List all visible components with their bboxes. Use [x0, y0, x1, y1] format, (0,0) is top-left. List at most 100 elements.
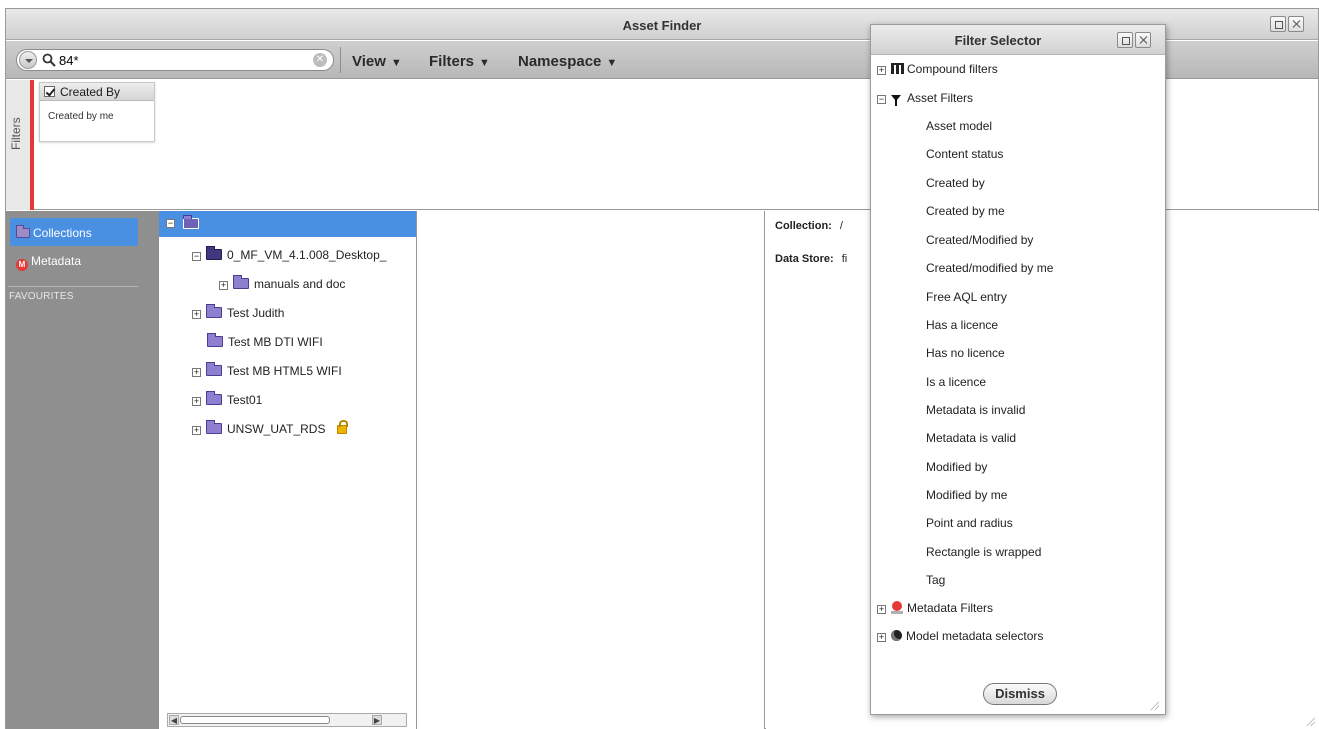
search-box: ✕ [16, 49, 334, 71]
expand-icon[interactable]: + [877, 633, 886, 642]
filters-menu[interactable]: Filters ▼ [429, 53, 490, 70]
sidebar-item-metadata[interactable]: M Metadata [10, 246, 138, 274]
expand-icon[interactable]: + [877, 66, 886, 75]
metadata-icon: M [16, 259, 28, 271]
tree-item[interactable]: + Test MB HTML5 WIFI [192, 362, 342, 382]
dialog-window-controls [1117, 32, 1151, 48]
folder-icon [206, 391, 222, 405]
expand-icon[interactable]: + [219, 281, 228, 290]
folder-icon [206, 246, 222, 260]
filter-option[interactable]: Metadata is invalid [926, 403, 1025, 417]
expand-icon[interactable]: + [192, 426, 201, 435]
folder-icon [233, 275, 249, 289]
group-label: Metadata Filters [907, 601, 994, 615]
filter-option[interactable]: Modified by [926, 460, 987, 474]
folder-icon [206, 420, 222, 434]
tree-item-label: Test MB DTI WIFI [228, 335, 323, 349]
restore-dialog-button[interactable] [1117, 32, 1133, 48]
group-compound-filters[interactable]: + Compound filters [877, 62, 998, 76]
filter-option[interactable]: Free AQL entry [926, 290, 1007, 304]
filter-option[interactable]: Created by [926, 176, 985, 190]
tree-root-row[interactable]: − [159, 211, 416, 237]
group-label: Asset Filters [907, 91, 974, 105]
funnel-icon [891, 95, 901, 106]
filter-card-title: Created By [60, 85, 121, 99]
tree-item[interactable]: Test MB DTI WIFI [207, 333, 323, 353]
collapse-icon[interactable]: − [192, 252, 201, 261]
resize-grip-icon[interactable] [1305, 716, 1315, 726]
folder-icon [206, 304, 222, 318]
folder-icon [207, 333, 223, 347]
collection-value: / [839, 220, 843, 232]
dismiss-button[interactable]: Dismiss [983, 683, 1057, 705]
filter-option[interactable]: Created/Modified by [926, 233, 1033, 247]
tree-item-label: Test01 [227, 393, 263, 407]
filters-side-tab[interactable]: Filters [6, 80, 34, 210]
metadata-icon [891, 601, 903, 615]
scroll-left-icon[interactable]: ◀ [169, 715, 179, 725]
datastore-label: Data Store: [775, 253, 834, 265]
globe-icon [891, 630, 902, 641]
tree-item[interactable]: + Test Judith [192, 304, 285, 324]
clear-search-icon[interactable]: ✕ [313, 53, 327, 67]
filter-option[interactable]: Has a licence [926, 318, 998, 332]
search-options-dropdown[interactable] [19, 51, 37, 69]
restore-window-button[interactable] [1270, 16, 1286, 32]
filter-option[interactable]: Tag [926, 573, 945, 587]
filter-option[interactable]: Asset model [926, 119, 992, 133]
scroll-right-icon[interactable]: ▶ [372, 715, 382, 725]
expand-icon[interactable]: + [192, 368, 201, 377]
filters-menu-label: Filters [429, 53, 475, 70]
collapse-icon[interactable]: − [166, 219, 175, 228]
tree-item[interactable]: − 0_MF_VM_4.1.008_Desktop_ [192, 246, 387, 266]
tree-item-label: UNSW_UAT_RDS [227, 422, 326, 436]
scrollbar-thumb[interactable] [180, 716, 330, 724]
lock-icon [337, 420, 349, 434]
root-folder-icon [183, 215, 199, 229]
filter-option[interactable]: Modified by me [926, 488, 1007, 502]
grid-icon [891, 63, 904, 74]
window-controls [1270, 16, 1304, 32]
active-filter-card[interactable]: Created By Created by me [39, 82, 155, 142]
namespace-menu[interactable]: Namespace ▼ [518, 53, 617, 70]
datastore-detail: Data Store: fi [775, 253, 847, 265]
tree-item-label: 0_MF_VM_4.1.008_Desktop_ [227, 248, 387, 262]
close-dialog-button[interactable] [1135, 32, 1151, 48]
tree-item[interactable]: + Test01 [192, 391, 263, 411]
horizontal-scrollbar[interactable]: ◀ ▶ [167, 713, 407, 727]
tree-item[interactable]: + manuals and doc [219, 275, 346, 295]
group-label: Compound filters [907, 62, 998, 76]
close-window-button[interactable] [1288, 16, 1304, 32]
filter-option[interactable]: Rectangle is wrapped [926, 545, 1041, 559]
filter-option[interactable]: Metadata is valid [926, 431, 1016, 445]
tree-item-label: Test Judith [227, 306, 285, 320]
filter-option[interactable]: Point and radius [926, 516, 1013, 530]
namespace-menu-label: Namespace [518, 53, 602, 70]
expand-icon[interactable]: + [192, 310, 201, 319]
sidebar-item-label: Collections [33, 226, 92, 240]
resize-grip-icon[interactable] [1149, 700, 1159, 710]
filter-option[interactable]: Created/modified by me [926, 261, 1053, 275]
group-metadata-filters[interactable]: + Metadata Filters [877, 601, 993, 615]
search-input[interactable] [59, 52, 299, 68]
group-label: Model metadata selectors [906, 629, 1044, 643]
expand-icon[interactable]: + [192, 397, 201, 406]
sidebar-item-collections[interactable]: Collections [10, 218, 138, 246]
expand-icon[interactable]: + [877, 605, 886, 614]
tree-item-label: Test MB HTML5 WIFI [227, 364, 342, 378]
favourites-heading: FAVOURITES [9, 291, 74, 302]
view-menu[interactable]: View ▼ [352, 53, 402, 70]
filter-option[interactable]: Content status [926, 147, 1003, 161]
group-model-metadata-selectors[interactable]: + Model metadata selectors [877, 629, 1043, 643]
view-menu-label: View [352, 53, 386, 70]
filter-option[interactable]: Is a licence [926, 375, 986, 389]
group-asset-filters[interactable]: − Asset Filters [877, 91, 974, 106]
dialog-title-bar: Filter Selector [871, 25, 1165, 55]
filter-enabled-checkbox[interactable] [44, 86, 55, 97]
tree-item[interactable]: + UNSW_UAT_RDS [192, 420, 349, 440]
tree-item-label: manuals and doc [254, 277, 346, 291]
filter-option[interactable]: Created by me [926, 204, 1005, 218]
folder-icon [16, 225, 30, 238]
filter-option[interactable]: Has no licence [926, 346, 1005, 360]
collapse-icon[interactable]: − [877, 95, 886, 104]
